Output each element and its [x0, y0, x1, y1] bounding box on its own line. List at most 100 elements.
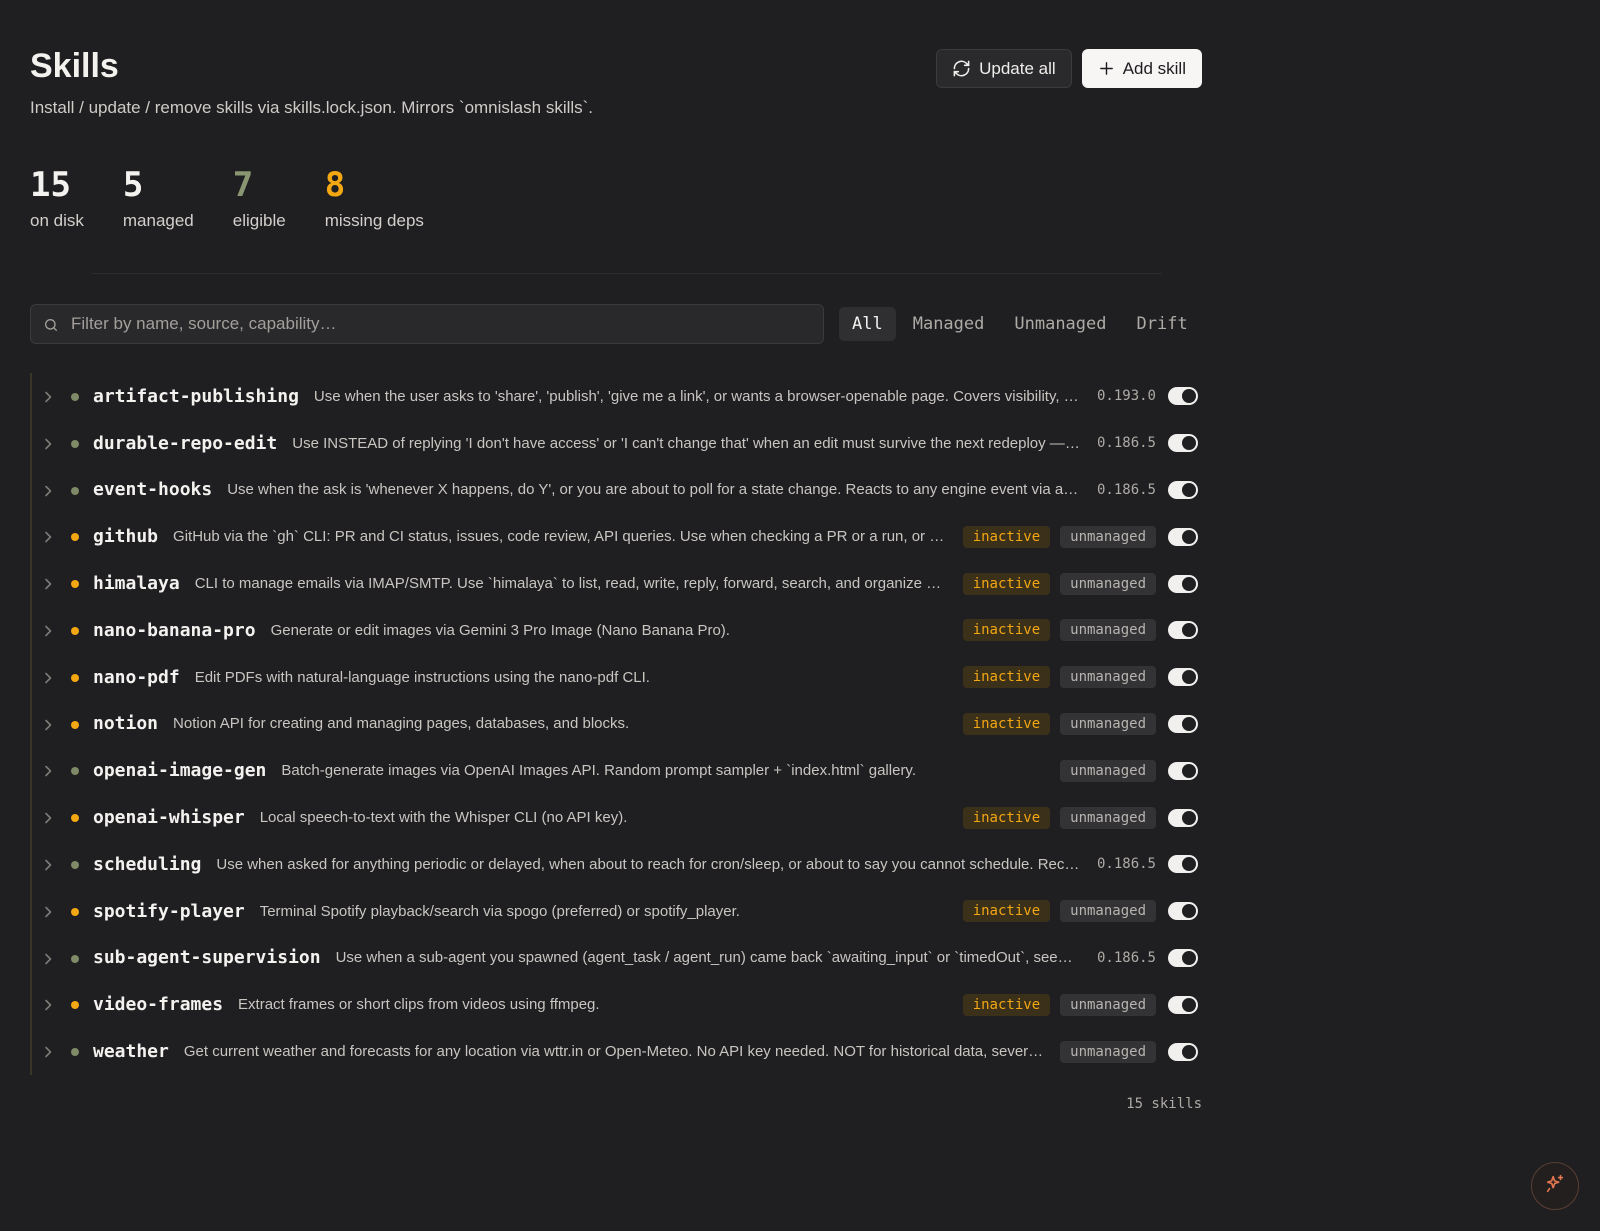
stat-label: on disk: [30, 211, 84, 230]
chevron-right-icon[interactable]: [42, 764, 54, 783]
refresh-icon: [952, 59, 971, 78]
skill-meta: inactive unmanaged: [962, 712, 1198, 735]
chevron-right-icon[interactable]: [42, 718, 54, 737]
chevron-right-icon[interactable]: [42, 671, 54, 690]
skill-row[interactable]: nano-banana-pro Generate or edit images …: [32, 607, 1204, 654]
skill-name: event-hooks: [93, 479, 213, 501]
chevron-right-icon[interactable]: [42, 998, 54, 1017]
skill-version: 0.186.5: [1096, 856, 1156, 873]
plus-icon: [1098, 60, 1115, 77]
status-dot: [71, 580, 79, 589]
chevron-right-icon[interactable]: [42, 905, 54, 924]
skill-description: Generate or edit images via Gemini 3 Pro…: [270, 621, 730, 639]
skill-enabled-toggle[interactable]: [1168, 995, 1198, 1014]
skill-enabled-toggle[interactable]: [1168, 621, 1198, 640]
skill-row-content: sub-agent-supervision Use when a sub-age…: [93, 935, 1198, 982]
skill-description: CLI to manage emails via IMAP/SMTP. Use …: [194, 575, 947, 593]
skill-version: 0.193.0: [1096, 388, 1156, 405]
skill-name: nano-banana-pro: [93, 619, 256, 641]
skill-enabled-toggle[interactable]: [1168, 527, 1198, 546]
skill-description: Terminal Spotify playback/search via spo…: [259, 902, 740, 920]
update-all-button[interactable]: Update all: [936, 49, 1072, 88]
skill-row-content: openai-whisper Local speech-to-text with…: [93, 794, 1198, 841]
skill-row[interactable]: himalaya CLI to manage emails via IMAP/S…: [32, 560, 1204, 607]
skill-row[interactable]: durable-repo-edit Use INSTEAD of replyin…: [32, 420, 1204, 467]
unmanaged-badge: unmanaged: [1060, 1040, 1156, 1063]
skill-row-content: artifact-publishing Use when the user as…: [93, 373, 1198, 420]
skill-meta: 0.186.5: [1096, 855, 1198, 874]
status-dot: [71, 439, 79, 448]
skill-row-content: nano-pdf Edit PDFs with natural-language…: [93, 654, 1198, 701]
skill-version: 0.186.5: [1096, 481, 1156, 498]
skills-page: Skills Install / update / remove skills …: [30, 0, 1202, 1112]
chevron-right-icon[interactable]: [42, 624, 54, 643]
skill-meta: inactive unmanaged: [962, 993, 1198, 1016]
chevron-right-icon[interactable]: [42, 858, 54, 877]
search-icon: [43, 317, 59, 338]
status-dot: [71, 626, 79, 635]
skill-enabled-toggle[interactable]: [1168, 714, 1198, 733]
skill-description: Use when the ask is 'whenever X happens,…: [227, 481, 1081, 499]
status-dot: [71, 1001, 79, 1010]
chevron-right-icon[interactable]: [42, 484, 54, 503]
skill-enabled-toggle[interactable]: [1168, 1042, 1198, 1061]
skill-version: 0.186.5: [1096, 949, 1156, 966]
skill-row[interactable]: sub-agent-supervision Use when a sub-age…: [32, 935, 1204, 982]
chevron-right-icon[interactable]: [42, 530, 54, 549]
skill-enabled-toggle[interactable]: [1168, 948, 1198, 967]
skill-row[interactable]: scheduling Use when asked for anything p…: [32, 841, 1204, 888]
skill-enabled-toggle[interactable]: [1168, 761, 1198, 780]
skill-row[interactable]: event-hooks Use when the ask is 'wheneve…: [32, 467, 1204, 514]
skill-enabled-toggle[interactable]: [1168, 434, 1198, 453]
chevron-right-icon[interactable]: [42, 811, 54, 830]
add-skill-button[interactable]: Add skill: [1081, 49, 1202, 88]
skill-enabled-toggle[interactable]: [1168, 902, 1198, 921]
tab-managed[interactable]: Managed: [900, 307, 998, 341]
chevron-right-icon[interactable]: [42, 577, 54, 596]
search-input[interactable]: [71, 305, 811, 343]
skill-name: openai-image-gen: [93, 760, 267, 782]
skill-name: scheduling: [93, 853, 202, 875]
status-dot: [71, 954, 79, 963]
skill-name: openai-whisper: [93, 807, 245, 829]
tab-drift[interactable]: Drift: [1124, 307, 1201, 341]
skill-enabled-toggle[interactable]: [1168, 480, 1198, 499]
skill-row[interactable]: spotify-player Terminal Spotify playback…: [32, 888, 1204, 935]
skill-row-content: weather Get current weather and forecast…: [93, 1028, 1198, 1075]
skill-name: artifact-publishing: [93, 385, 299, 407]
skill-row[interactable]: notion Notion API for creating and manag…: [32, 701, 1204, 748]
status-dot: [71, 1048, 79, 1057]
skill-enabled-toggle[interactable]: [1168, 855, 1198, 874]
skill-description: GitHub via the `gh` CLI: PR and CI statu…: [173, 528, 947, 546]
skill-row[interactable]: github GitHub via the `gh` CLI: PR and C…: [32, 513, 1204, 560]
skill-name: video-frames: [93, 994, 224, 1016]
skill-name: durable-repo-edit: [93, 432, 278, 454]
skill-row[interactable]: video-frames Extract frames or short cli…: [32, 981, 1204, 1028]
skill-enabled-toggle[interactable]: [1168, 387, 1198, 406]
skill-row-content: nano-banana-pro Generate or edit images …: [93, 607, 1198, 654]
tab-unmanaged[interactable]: Unmanaged: [1001, 307, 1119, 341]
skill-row-content: notion Notion API for creating and manag…: [93, 701, 1198, 748]
skill-enabled-toggle[interactable]: [1168, 574, 1198, 593]
skill-row[interactable]: openai-whisper Local speech-to-text with…: [32, 794, 1204, 841]
unmanaged-badge: unmanaged: [1060, 619, 1156, 642]
unmanaged-badge: unmanaged: [1060, 806, 1156, 829]
chevron-right-icon[interactable]: [42, 1045, 54, 1064]
chevron-right-icon[interactable]: [42, 437, 54, 456]
status-dot: [71, 767, 79, 776]
status-dot: [71, 907, 79, 916]
skill-row[interactable]: artifact-publishing Use when the user as…: [32, 373, 1204, 420]
assistant-button[interactable]: [1531, 1162, 1579, 1210]
skill-row[interactable]: nano-pdf Edit PDFs with natural-language…: [32, 654, 1204, 701]
chevron-right-icon[interactable]: [42, 952, 54, 971]
chevron-right-icon[interactable]: [42, 390, 54, 409]
skill-enabled-toggle[interactable]: [1168, 808, 1198, 827]
skill-row[interactable]: weather Get current weather and forecast…: [32, 1028, 1204, 1075]
unmanaged-badge: unmanaged: [1060, 993, 1156, 1016]
page-title: Skills: [30, 47, 119, 85]
skill-enabled-toggle[interactable]: [1168, 668, 1198, 687]
tab-all[interactable]: All: [839, 307, 896, 341]
skill-row[interactable]: openai-image-gen Batch-generate images v…: [32, 747, 1204, 794]
status-dot: [71, 720, 79, 729]
status-dot: [71, 860, 79, 869]
